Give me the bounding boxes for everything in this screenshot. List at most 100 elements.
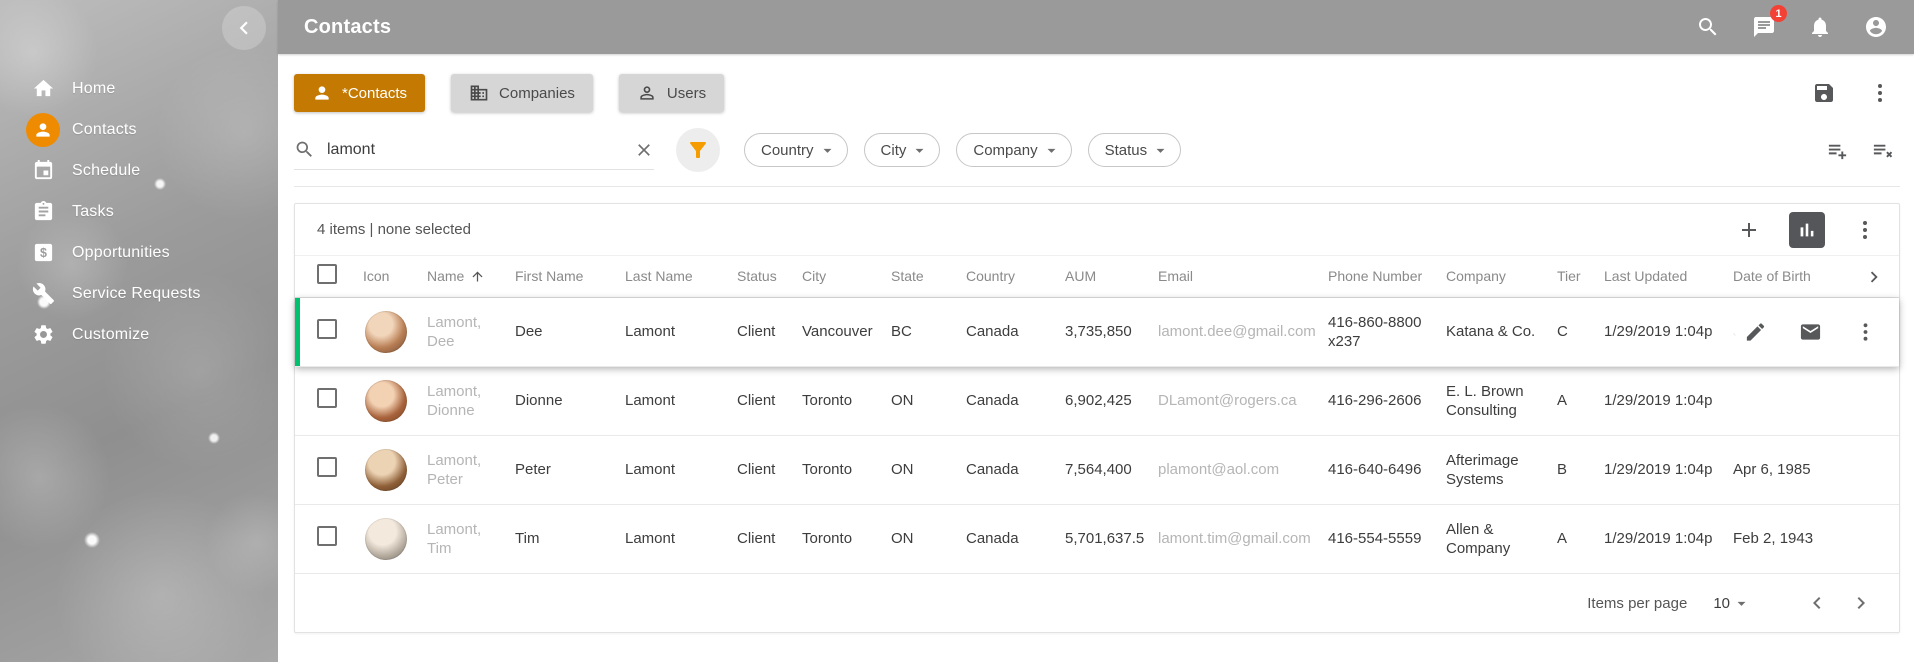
sort-ascending-icon bbox=[470, 269, 485, 284]
bell-icon bbox=[1808, 15, 1832, 39]
items-per-page-label: Items per page bbox=[1587, 595, 1687, 612]
envelope-icon bbox=[1799, 321, 1822, 344]
column-header-tier[interactable]: Tier bbox=[1557, 267, 1604, 285]
cell-city: Vancouver bbox=[802, 322, 891, 342]
sidebar-item-label: Schedule bbox=[72, 162, 140, 180]
cell-company: Katana & Co. bbox=[1446, 322, 1557, 342]
sidebar-item-label: Contacts bbox=[72, 121, 137, 139]
cell-phone: 416-640-6496 bbox=[1328, 460, 1446, 480]
filter-button[interactable] bbox=[676, 128, 720, 172]
select-all-checkbox[interactable] bbox=[317, 264, 337, 284]
chip-label: City bbox=[881, 142, 907, 159]
chevron-down-icon bbox=[910, 141, 929, 160]
filter-chip-city[interactable]: City bbox=[864, 133, 941, 167]
table-header-row: Icon Name First Name Last Name Status Ci… bbox=[295, 256, 1899, 298]
sidebar-item-schedule[interactable]: Schedule bbox=[0, 150, 278, 191]
view-options-button[interactable] bbox=[1868, 81, 1892, 105]
tab-users[interactable]: Users bbox=[619, 74, 724, 112]
building-icon bbox=[469, 83, 489, 103]
sidebar-item-customize[interactable]: Customize bbox=[0, 314, 278, 355]
search-button[interactable] bbox=[1694, 13, 1722, 41]
save-view-button[interactable] bbox=[1812, 81, 1836, 105]
filter-chip-country[interactable]: Country bbox=[744, 133, 848, 167]
cell-first-name: Peter bbox=[515, 460, 625, 480]
table-options-button[interactable] bbox=[1853, 218, 1877, 242]
column-header-state[interactable]: State bbox=[891, 267, 966, 285]
contact-avatar bbox=[365, 311, 407, 353]
clear-search-button[interactable] bbox=[634, 140, 654, 160]
column-header-status[interactable]: Status bbox=[737, 267, 802, 285]
cell-country: Canada bbox=[966, 391, 1065, 411]
scroll-columns-button[interactable] bbox=[1863, 266, 1885, 288]
column-header-aum[interactable]: AUM bbox=[1065, 267, 1158, 285]
clear-sort-button[interactable] bbox=[1871, 139, 1894, 162]
table-row[interactable]: Lamont, Dee Dee Lamont Client Vancouver … bbox=[295, 298, 1899, 367]
chevron-right-icon bbox=[1863, 266, 1885, 288]
gear-icon bbox=[26, 318, 60, 352]
chart-view-button[interactable] bbox=[1789, 212, 1825, 248]
row-options-button[interactable] bbox=[1854, 321, 1877, 344]
column-header-city[interactable]: City bbox=[802, 267, 891, 285]
column-header-company[interactable]: Company bbox=[1446, 267, 1557, 285]
table-row[interactable]: Lamont, Peter Peter Lamont Client Toront… bbox=[295, 436, 1899, 505]
row-checkbox[interactable] bbox=[317, 526, 337, 546]
column-header-name[interactable]: Name bbox=[427, 267, 515, 285]
person-outline-icon bbox=[637, 83, 657, 103]
edit-contact-button[interactable] bbox=[1744, 321, 1767, 344]
column-header-last-name[interactable]: Last Name bbox=[625, 267, 737, 285]
cell-name: Lamont, Dee bbox=[427, 313, 515, 352]
sidebar-collapse-button[interactable] bbox=[222, 6, 266, 50]
cell-city: Toronto bbox=[802, 529, 891, 549]
row-checkbox[interactable] bbox=[317, 319, 337, 339]
next-page-button[interactable] bbox=[1847, 589, 1875, 617]
sidebar-item-tasks[interactable]: Tasks bbox=[0, 191, 278, 232]
more-vertical-icon bbox=[1854, 321, 1877, 344]
email-contact-button[interactable] bbox=[1799, 321, 1822, 344]
add-sort-button[interactable] bbox=[1826, 139, 1849, 162]
cell-last-updated: 1/29/2019 1:04p bbox=[1604, 391, 1733, 411]
sidebar-item-contacts[interactable]: Contacts bbox=[0, 109, 278, 150]
sidebar-item-label: Tasks bbox=[72, 203, 114, 221]
sort-add-icon bbox=[1826, 139, 1849, 162]
filter-chip-status[interactable]: Status bbox=[1088, 133, 1182, 167]
search-input[interactable] bbox=[327, 141, 634, 159]
previous-page-button[interactable] bbox=[1803, 589, 1831, 617]
cell-last-name: Lamont bbox=[625, 460, 737, 480]
items-per-page-select[interactable]: 10 bbox=[1713, 594, 1751, 613]
column-header-date-of-birth[interactable]: Date of Birth bbox=[1733, 267, 1853, 285]
column-header-email[interactable]: Email bbox=[1158, 267, 1328, 285]
sidebar-item-label: Customize bbox=[72, 326, 149, 344]
sidebar-item-home[interactable]: Home bbox=[0, 68, 278, 109]
account-button[interactable] bbox=[1862, 13, 1890, 41]
close-icon bbox=[634, 140, 654, 160]
sort-remove-icon bbox=[1871, 139, 1894, 162]
column-header-phone-number[interactable]: Phone Number bbox=[1328, 267, 1446, 285]
contact-avatar bbox=[365, 380, 407, 422]
column-header-icon[interactable]: Icon bbox=[363, 267, 427, 285]
column-header-country[interactable]: Country bbox=[966, 267, 1065, 285]
row-checkbox[interactable] bbox=[317, 388, 337, 408]
table-row[interactable]: Lamont, Dionne Dionne Lamont Client Toro… bbox=[295, 367, 1899, 436]
messages-button[interactable]: 1 bbox=[1750, 13, 1778, 41]
chevron-down-icon bbox=[1732, 594, 1751, 613]
wrench-icon bbox=[26, 277, 60, 311]
tab-companies[interactable]: Companies bbox=[451, 74, 593, 112]
cell-state: ON bbox=[891, 391, 966, 411]
tab-contacts[interactable]: *Contacts bbox=[294, 74, 425, 112]
tab-label: Companies bbox=[499, 85, 575, 102]
column-header-first-name[interactable]: First Name bbox=[515, 267, 625, 285]
row-actions bbox=[1710, 321, 1877, 344]
table-row[interactable]: Lamont, Tim Tim Lamont Client Toronto ON… bbox=[295, 505, 1899, 574]
page-title: Contacts bbox=[304, 16, 391, 39]
row-checkbox[interactable] bbox=[317, 457, 337, 477]
filter-chip-company[interactable]: Company bbox=[956, 133, 1071, 167]
add-item-button[interactable] bbox=[1737, 218, 1761, 242]
sidebar-item-opportunities[interactable]: Opportunities bbox=[0, 232, 278, 273]
sidebar-item-service-requests[interactable]: Service Requests bbox=[0, 273, 278, 314]
notifications-button[interactable] bbox=[1806, 13, 1834, 41]
cell-email: lamont.tim@gmail.com bbox=[1158, 529, 1328, 549]
cell-name: Lamont, Dionne bbox=[427, 382, 515, 421]
sidebar-item-label: Service Requests bbox=[72, 285, 201, 303]
sidebar-item-label: Home bbox=[72, 80, 115, 98]
column-header-last-updated[interactable]: Last Updated bbox=[1604, 267, 1733, 285]
